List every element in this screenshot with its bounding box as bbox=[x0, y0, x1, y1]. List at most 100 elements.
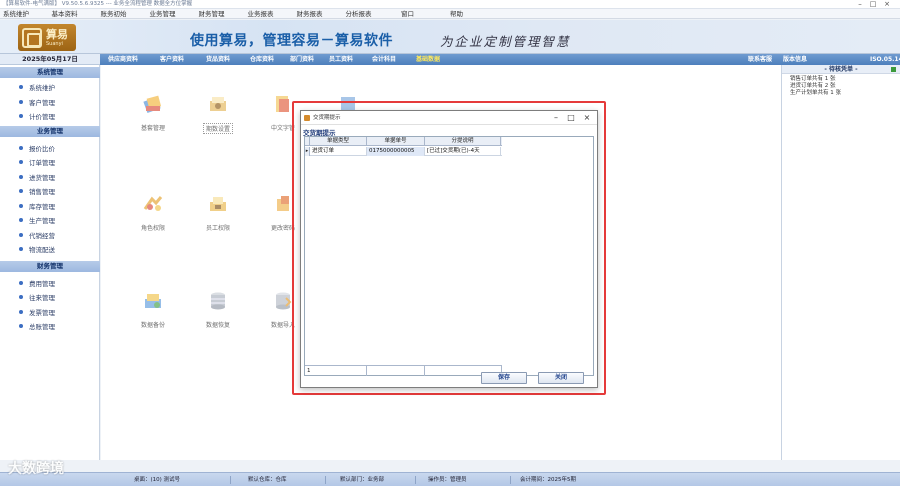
status-separator bbox=[325, 476, 326, 484]
current-date: 2025年05月17日 bbox=[0, 54, 100, 65]
maximize-icon[interactable]: □ bbox=[868, 0, 878, 9]
banner-slogan-secondary: 为企业定制管理智慧 bbox=[440, 34, 571, 49]
bullet-icon bbox=[19, 114, 23, 118]
grid-footer: 1 bbox=[305, 365, 502, 376]
sidebar-item-inventory[interactable]: 库存管理 bbox=[19, 202, 55, 212]
column-header-note[interactable]: 分提说明 bbox=[425, 137, 501, 146]
status-operator: 操作员：管理员 bbox=[428, 477, 467, 483]
maximize-icon[interactable]: □ bbox=[564, 111, 578, 125]
bullet-icon bbox=[19, 218, 23, 222]
sidebar-item-purchase[interactable]: 进货管理 bbox=[19, 173, 55, 183]
save-button[interactable]: 保存 bbox=[481, 372, 527, 384]
sidebar-item-ledger[interactable]: 总账管理 bbox=[19, 322, 55, 332]
cell-type[interactable]: 进货订单 bbox=[310, 147, 367, 156]
todo-item[interactable]: 销售订单共有 1 张 bbox=[782, 76, 900, 83]
refresh-icon[interactable] bbox=[891, 67, 896, 72]
reminder-grid: 单据类型 单据单号 分提说明 ▸ 进货订单 0175000000005 [已过]… bbox=[304, 136, 594, 376]
status-separator bbox=[415, 476, 416, 484]
sidebar-section-system[interactable]: 系统管理 bbox=[0, 67, 100, 78]
grid-header: 单据类型 单据单号 分提说明 bbox=[305, 137, 502, 146]
menu-business-report[interactable]: 业务报表 bbox=[236, 9, 285, 18]
nav-warehouse[interactable]: 仓库资料 bbox=[250, 54, 274, 65]
sidebar-item-customer[interactable]: 客户管理 bbox=[19, 98, 55, 108]
menu-finance-report[interactable]: 财务报表 bbox=[285, 9, 334, 18]
sidebar-section-business[interactable]: 业务管理 bbox=[0, 126, 100, 137]
bullet-icon bbox=[19, 189, 23, 193]
footer-count: 1 bbox=[305, 366, 367, 376]
dialog-titlebar: 交货期提示 – □ × bbox=[301, 111, 597, 125]
menu-business[interactable]: 业务管理 bbox=[138, 9, 187, 18]
bullet-icon bbox=[19, 247, 23, 251]
status-separator bbox=[510, 476, 511, 484]
status-accounting-period: 会计期间：2025年5期 bbox=[520, 477, 576, 483]
minimize-icon[interactable]: – bbox=[549, 111, 563, 125]
bullet-icon bbox=[19, 281, 23, 285]
dialog-title: 交货期提示 bbox=[313, 115, 341, 121]
cell-note[interactable]: [已过]交货期(已)-4天 bbox=[425, 147, 501, 156]
menu-help[interactable]: 帮助 bbox=[432, 9, 481, 18]
banner-slogan: 使用算易，管理容易－算易软件 bbox=[190, 33, 393, 49]
sidebar-item-sales[interactable]: 销售管理 bbox=[19, 187, 55, 197]
sidebar: 系统管理 系统维护 客户管理 计价管理 业务管理 报价比价 订单管理 进货管理 … bbox=[0, 65, 100, 460]
bullet-icon bbox=[19, 324, 23, 328]
sidebar-item-logistics[interactable]: 物流配送 bbox=[19, 245, 55, 255]
window-titlebar: 【算易软件-电气满版】 V9.50.5.6.9325 --- 业务全流程管理 数… bbox=[0, 0, 900, 9]
sidebar-item-expense[interactable]: 费用管理 bbox=[19, 279, 55, 289]
column-header-number[interactable]: 单据单号 bbox=[367, 137, 425, 146]
logo-icon bbox=[22, 27, 42, 48]
bullet-icon bbox=[19, 146, 23, 150]
nav-version-info[interactable]: 版本信息 bbox=[783, 54, 807, 65]
nav-goods[interactable]: 货品资料 bbox=[206, 54, 230, 65]
bullet-icon bbox=[19, 160, 23, 164]
minimize-icon[interactable]: – bbox=[855, 0, 865, 9]
sidebar-item-pricing[interactable]: 计价管理 bbox=[19, 112, 55, 122]
sidebar-item-invoice[interactable]: 发票管理 bbox=[19, 308, 55, 318]
bullet-icon bbox=[19, 100, 23, 104]
sidebar-item-system-maintain[interactable]: 系统维护 bbox=[19, 83, 55, 93]
status-default-department: 默认部门：业务部 bbox=[340, 477, 385, 483]
nav-customer[interactable]: 客户资料 bbox=[160, 54, 184, 65]
nav-account-subject[interactable]: 会计科目 bbox=[372, 54, 396, 65]
menu-account-init[interactable]: 账务初始 bbox=[89, 9, 138, 18]
nav-employee[interactable]: 员工资料 bbox=[329, 54, 353, 65]
close-icon[interactable]: × bbox=[580, 111, 594, 125]
menu-finance[interactable]: 财务管理 bbox=[187, 9, 236, 18]
menu-system[interactable]: 系统维护 bbox=[0, 9, 40, 18]
sidebar-section-finance[interactable]: 财务管理 bbox=[0, 261, 100, 272]
app-icon bbox=[304, 115, 310, 121]
bullet-icon bbox=[19, 85, 23, 89]
sidebar-item-consignment[interactable]: 代销经营 bbox=[19, 231, 55, 241]
logo-name: 算易 bbox=[46, 27, 68, 41]
nav-supplier[interactable]: 供应商资料 bbox=[108, 54, 138, 65]
todo-panel: - 待核凭单 - 销售订单共有 1 张 进货订单共有 2 张 生产计划单共有 1… bbox=[781, 65, 900, 460]
cell-number[interactable]: 0175000000005 bbox=[367, 147, 425, 156]
nav-basic-data[interactable]: 基础数据 bbox=[416, 54, 440, 65]
table-row[interactable]: ▸ 进货订单 0175000000005 [已过]交货期(已)-4天 bbox=[305, 147, 502, 156]
bullet-icon bbox=[19, 295, 23, 299]
sidebar-item-order[interactable]: 订单管理 bbox=[19, 158, 55, 168]
app-logo: 算易 Suanyi bbox=[18, 24, 76, 51]
todo-title: - 待核凭单 - bbox=[782, 65, 900, 74]
sidebar-item-receivables[interactable]: 往来管理 bbox=[19, 293, 55, 303]
status-bar: 桌面：(10) 测试号 默认仓库：仓库 默认部门：业务部 操作员：管理员 会计期… bbox=[0, 472, 900, 486]
bullet-icon bbox=[19, 233, 23, 237]
status-default-warehouse: 默认仓库：仓库 bbox=[248, 477, 287, 483]
nav-contact-support[interactable]: 联系客服 bbox=[748, 54, 772, 65]
sidebar-item-production[interactable]: 生产管理 bbox=[19, 216, 55, 226]
menu-basic[interactable]: 基本资料 bbox=[40, 9, 89, 18]
menu-analysis-report[interactable]: 分析报表 bbox=[334, 9, 383, 18]
nav-department[interactable]: 部门资料 bbox=[290, 54, 314, 65]
menu-window[interactable]: 窗口 bbox=[383, 9, 432, 18]
close-button[interactable]: 关闭 bbox=[538, 372, 584, 384]
close-icon[interactable]: × bbox=[882, 0, 892, 9]
bullet-icon bbox=[19, 204, 23, 208]
sidebar-item-quote[interactable]: 报价比价 bbox=[19, 144, 55, 154]
nav-version-number: ISO.05.14 bbox=[870, 56, 900, 63]
todo-item[interactable]: 进货订单共有 2 张 bbox=[782, 83, 900, 90]
watermark-text: 大数跨境 bbox=[8, 461, 64, 477]
delivery-reminder-dialog: 交货期提示 – □ × 交货期提示 单据类型 单据单号 分提说明 ▸ 进货订单 … bbox=[300, 110, 598, 388]
bullet-icon bbox=[19, 310, 23, 314]
column-header-type[interactable]: 单据类型 bbox=[310, 137, 367, 146]
todo-item[interactable]: 生产计划单共有 1 张 bbox=[782, 90, 900, 97]
bullet-icon bbox=[19, 175, 23, 179]
